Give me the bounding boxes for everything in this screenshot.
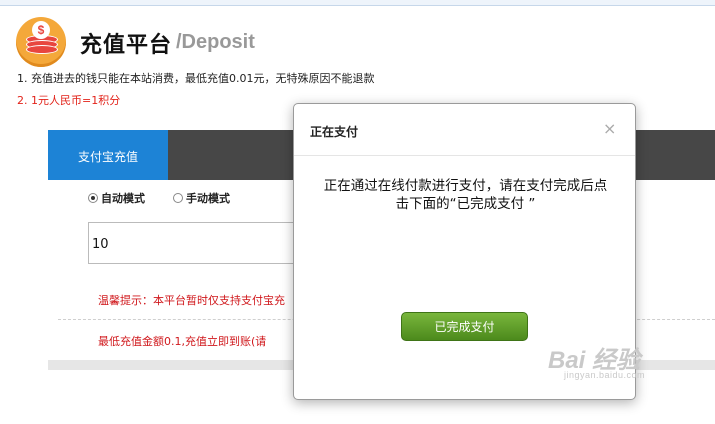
tab-alipay[interactable]: 支付宝充值 [48, 130, 168, 180]
page-subtitle: /Deposit [176, 31, 255, 53]
notice-line-1: 1. 充值进去的钱只能在本站消费，最低充值0.01元，无特殊原因不能退款 [17, 72, 375, 85]
close-icon[interactable]: × [603, 119, 616, 138]
dialog-header: 正在支付 × [294, 104, 635, 156]
watermark-sub: jingyan.baidu.com [564, 370, 646, 380]
payment-done-button[interactable]: 已完成支付 [401, 312, 528, 341]
radio-manual-label: 手动模式 [186, 192, 230, 205]
baidu-watermark: Bai 经验 jingyan.baidu.com [548, 340, 645, 380]
dialog-message: 正在通过在线付款进行支付，请在支付完成后点击下面的“已完成支付 ” [323, 178, 608, 212]
radio-auto-label: 自动模式 [101, 192, 145, 205]
top-border [0, 0, 715, 6]
tip-line-2: 最低充值金额0.1,充值立即到账(请 [98, 335, 267, 348]
radio-auto-mode[interactable]: 自动模式 [88, 190, 145, 206]
notice-line-2: 2. 1元人民币=1积分 [17, 94, 121, 107]
radio-checked-icon[interactable] [88, 193, 98, 203]
deposit-logo-icon: $ [16, 17, 66, 67]
radio-unchecked-icon[interactable] [173, 193, 183, 203]
radio-manual-mode[interactable]: 手动模式 [173, 190, 230, 206]
dialog-title: 正在支付 [310, 125, 359, 139]
tip-line-1: 温馨提示：本平台暂时仅支持支付宝充 [98, 294, 285, 307]
page-title: 充值平台 [80, 33, 173, 58]
